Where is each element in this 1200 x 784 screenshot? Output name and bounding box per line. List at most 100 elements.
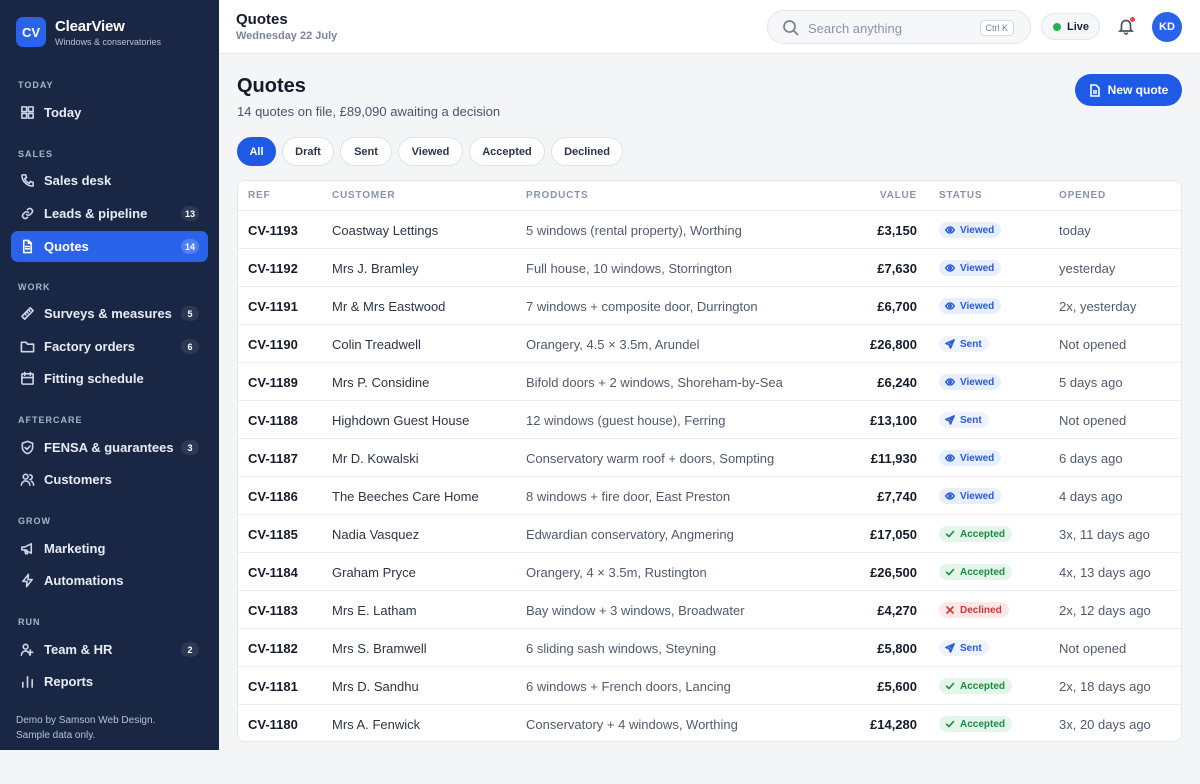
search-box[interactable]: Ctrl K <box>767 10 1031 44</box>
quote-products: Edwardian conservatory, Angmering <box>526 527 734 542</box>
demo-note: Demo by Samson Web Design. Sample data o… <box>16 713 155 743</box>
page-title: Quotes <box>237 75 306 97</box>
calendar-icon <box>20 371 35 386</box>
table-row[interactable]: CV-1185 Nadia Vasquez Edwardian conservato… <box>238 515 1181 553</box>
quote-ref[interactable]: CV-1190 <box>248 337 298 352</box>
status-badge: Sent <box>939 336 989 352</box>
status-label: Sent <box>960 642 982 654</box>
column-header-opened[interactable]: OPENED <box>1059 190 1106 201</box>
quote-opened: Not opened <box>1059 641 1127 656</box>
table-row[interactable]: CV-1192 Mrs J. Bramley Full house, 10 wind… <box>238 249 1181 287</box>
table-row[interactable]: CV-1186 The Beeches Care Home 8 windows + … <box>238 477 1181 515</box>
column-header-products[interactable]: PRODUCTS <box>526 190 589 201</box>
sidebar-item-sales-desk[interactable]: Sales desk <box>11 165 208 196</box>
filter-sent[interactable]: Sent <box>340 137 392 166</box>
table-row[interactable]: CV-1189 Mrs P. Considine Bifold doors + 2 … <box>238 363 1181 401</box>
nav-section-run: RUN <box>18 617 41 627</box>
status-filter-tabs: All Draft Sent Viewed Accepted Declined <box>237 137 623 166</box>
live-indicator[interactable]: Live <box>1041 13 1100 40</box>
sidebar-item-customers[interactable]: Customers <box>11 464 208 495</box>
quote-ref[interactable]: CV-1192 <box>248 261 298 276</box>
search-input[interactable] <box>808 19 978 37</box>
table-row[interactable]: CV-1183 Mrs E. Latham Bay window + 3 windo… <box>238 591 1181 629</box>
quote-customer: Mrs A. Fenwick <box>332 717 421 732</box>
quote-ref[interactable]: CV-1186 <box>248 489 298 504</box>
sidebar-item-fitting-schedule[interactable]: Fitting schedule <box>11 363 208 394</box>
quote-customer: Mr D. Kowalski <box>332 451 419 466</box>
status-label: Accepted <box>960 566 1006 578</box>
quote-ref[interactable]: CV-1193 <box>248 223 298 238</box>
sidebar-item-automations[interactable]: Automations <box>11 565 208 596</box>
brand[interactable]: CV ClearView Windows & conservatories <box>16 17 161 47</box>
status-label: Viewed <box>960 452 995 464</box>
quote-ref[interactable]: CV-1188 <box>248 413 298 428</box>
new-quote-button[interactable]: New quote <box>1075 74 1182 106</box>
filter-accepted[interactable]: Accepted <box>469 137 545 166</box>
status-badge: Declined <box>939 602 1009 618</box>
quote-ref[interactable]: CV-1185 <box>248 527 298 542</box>
quote-products: Bifold doors + 2 windows, Shoreham-by-Se… <box>526 375 783 390</box>
sidebar-item-marketing[interactable]: Marketing <box>11 533 208 564</box>
table-row[interactable]: CV-1188 Highdown Guest House 12 windows (g… <box>238 401 1181 439</box>
quote-ref[interactable]: CV-1182 <box>248 641 298 656</box>
sidebar-item-quotes[interactable]: Quotes 14 <box>11 231 208 262</box>
filter-all[interactable]: All <box>237 137 276 166</box>
quote-ref[interactable]: CV-1184 <box>248 565 298 580</box>
sidebar-item-factory-orders[interactable]: Factory orders 6 <box>11 331 208 362</box>
quote-ref[interactable]: CV-1189 <box>248 375 298 390</box>
table-row[interactable]: CV-1182 Mrs S. Bramwell 6 sliding sash win… <box>238 629 1181 667</box>
nav-section-sales: SALES <box>18 149 54 159</box>
quote-customer: Mrs S. Bramwell <box>332 641 427 656</box>
count-badge: 6 <box>181 339 199 354</box>
grid-icon <box>20 105 35 120</box>
table-row[interactable]: CV-1180 Mrs A. Fenwick Conservatory + 4 wi… <box>238 705 1181 741</box>
sidebar-item-label: Leads & pipeline <box>44 206 148 221</box>
table-row[interactable]: CV-1187 Mr D. Kowalski Conservatory warm r… <box>238 439 1181 477</box>
sidebar-item-team-hr[interactable]: Team & HR 2 <box>11 634 208 665</box>
quote-value: £26,800 <box>870 337 917 352</box>
sidebar-item-leads[interactable]: Leads & pipeline 13 <box>11 198 208 229</box>
live-dot-icon <box>1053 22 1061 31</box>
filter-viewed[interactable]: Viewed <box>398 137 463 166</box>
table-row[interactable]: CV-1190 Colin Treadwell Orangery, 4.5 × 3.… <box>238 325 1181 363</box>
quote-ref[interactable]: CV-1191 <box>248 299 298 314</box>
eye-icon <box>945 492 955 500</box>
filter-declined[interactable]: Declined <box>551 137 623 166</box>
phone-icon <box>20 173 35 188</box>
table-row[interactable]: CV-1184 Graham Pryce Orangery, 4 × 3.5m, R… <box>238 553 1181 591</box>
quote-ref[interactable]: CV-1181 <box>248 679 298 694</box>
table-row[interactable]: CV-1191 Mr & Mrs Eastwood 7 windows + comp… <box>238 287 1181 325</box>
column-header-value[interactable]: VALUE <box>880 190 917 201</box>
sidebar-item-fensa[interactable]: FENSA & guarantees 3 <box>11 432 208 463</box>
quote-customer: Graham Pryce <box>332 565 416 580</box>
status-badge: Accepted <box>939 526 1013 542</box>
quote-ref[interactable]: CV-1180 <box>248 717 298 732</box>
table-row[interactable]: CV-1193 Coastway Lettings 5 windows (renta… <box>238 211 1181 249</box>
status-label: Accepted <box>960 528 1006 540</box>
status-label: Viewed <box>960 300 995 312</box>
x-icon <box>946 606 954 614</box>
quote-ref[interactable]: CV-1183 <box>248 603 298 618</box>
link-icon <box>20 206 35 221</box>
quote-products: 6 sliding sash windows, Steyning <box>526 641 717 656</box>
column-header-customer[interactable]: CUSTOMER <box>332 190 395 201</box>
quote-value: £3,150 <box>877 223 917 238</box>
quote-opened: 6 days ago <box>1059 451 1123 466</box>
avatar[interactable]: KD <box>1152 12 1182 42</box>
ruler-icon <box>20 306 35 321</box>
eye-icon <box>945 226 955 234</box>
send-icon <box>945 339 955 349</box>
check-icon <box>945 530 955 538</box>
filter-draft[interactable]: Draft <box>282 137 334 166</box>
column-header-status[interactable]: STATUS <box>939 190 982 201</box>
table-row[interactable]: CV-1181 Mrs D. Sandhu 6 windows + French d… <box>238 667 1181 705</box>
sidebar-item-reports[interactable]: Reports <box>11 666 208 697</box>
sidebar-item-surveys[interactable]: Surveys & measures 5 <box>11 298 208 329</box>
quote-ref[interactable]: CV-1187 <box>248 451 298 466</box>
notifications-button[interactable] <box>1117 17 1135 35</box>
column-header-ref[interactable]: REF <box>248 190 270 201</box>
sidebar-item-today[interactable]: Today <box>11 97 208 128</box>
status-label: Accepted <box>960 680 1006 692</box>
status-label: Sent <box>960 338 982 350</box>
brand-logo: CV <box>16 17 46 47</box>
